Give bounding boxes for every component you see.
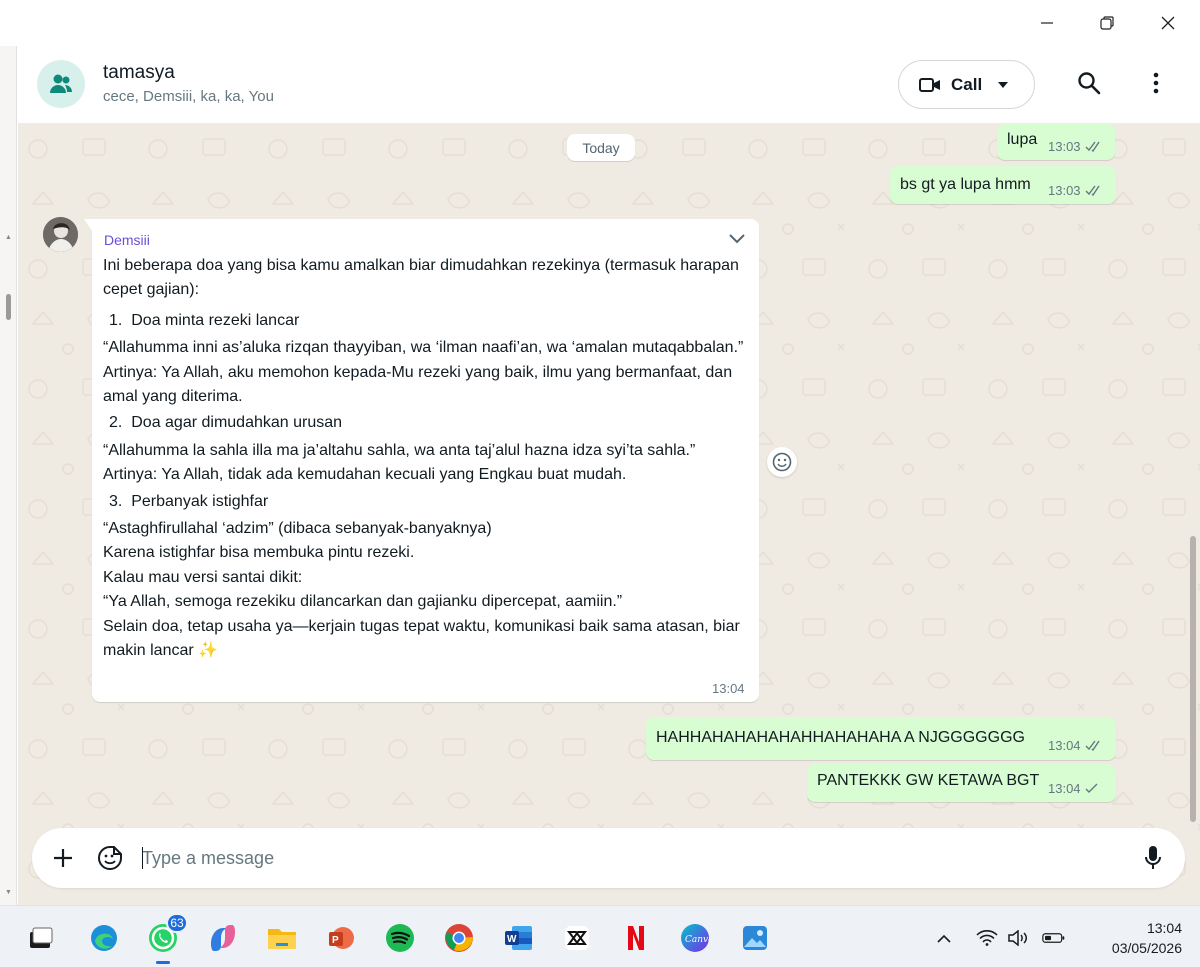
windows-taskbar: 63 P W Canva 13:04 03/05/2026 [0,905,1200,967]
list-item: 2. Doa agar dimudahkan urusan [109,414,343,432]
casual-prayer: “Ya Allah, semoga rezekiku dilancarkan d… [103,593,623,611]
chat-header: tamasya cece, Demsiii, ka, ka, You Call [18,46,1200,124]
chrome-icon[interactable] [440,919,478,957]
incoming-message[interactable]: Demsiii Ini beberapa doa yang bisa kamu … [84,219,759,702]
outgoing-message[interactable]: PANTEKKK GW KETAWA BGT 13:04 [807,764,1116,802]
message-text: PANTEKKK GW KETAWA BGT [817,772,1040,789]
outgoing-message[interactable]: lupa 13:03 [997,124,1115,160]
double-check-icon [1085,185,1100,196]
whatsapp-window: ▲ ▼ tamasya cece, Demsiii, ka, ka, You C… [0,0,1200,905]
chat-participants[interactable]: cece, Demsiii, ka, ka, You [103,88,274,105]
closing-text: Selain doa, tetap usaha ya—kerjain tugas… [103,617,740,660]
search-icon[interactable] [1074,68,1104,98]
prayer-text: “Allahumma inni as’aluka rizqan thayyiba… [103,339,744,357]
double-check-icon [1085,740,1100,751]
message-meta: 13:04 [1048,781,1099,796]
scroll-up-arrow-icon[interactable]: ▲ [5,234,12,241]
whatsapp-icon[interactable]: 63 [144,913,188,964]
volume-icon[interactable] [1006,926,1030,950]
chevron-down-icon [998,81,1009,88]
message-time: 13:04 [1048,738,1081,753]
message-intro: Ini beberapa doa yang bisa kamu amalkan … [103,257,739,299]
prayer-text: “Astaghfirullahal ‘adzim” (dibaca sebany… [103,520,492,538]
message-meta: 13:03 [1048,139,1103,154]
video-call-icon [919,77,940,92]
message-time: 13:03 [1048,183,1081,198]
chat-area: Today lupa 13:03 bs gt ya lupa hmm 13:03… [18,124,1200,905]
edge-icon[interactable] [85,919,123,957]
word-icon[interactable]: W [499,919,537,957]
chat-title[interactable]: tamasya [103,62,175,84]
group-icon [50,74,72,93]
title-bar [0,0,1200,46]
sticker-icon[interactable] [95,843,125,873]
date-divider: Today [567,134,635,161]
message-time: 13:04 [1048,781,1081,796]
message-time: 13:03 [1048,139,1081,154]
left-scroll-strip: ▲ ▼ [0,46,17,905]
task-view-icon[interactable] [22,919,60,957]
call-label: Call [951,74,983,94]
copilot-icon[interactable] [204,919,242,957]
left-scrollbar-thumb[interactable] [6,294,11,320]
active-app-indicator [156,961,170,964]
list-item: 3. Perbanyak istighfar [109,492,269,510]
maximize-button[interactable] [1094,10,1120,36]
list-item-label: Doa agar dimudahkan urusan [131,414,343,432]
list-item-label: Doa minta rezeki lancar [131,311,300,329]
spotify-icon[interactable] [381,919,419,957]
prayer-meaning: Karena istighfar bisa membuka pintu reze… [103,544,415,562]
message-composer [32,828,1185,888]
scroll-down-arrow-icon[interactable]: ▼ [5,889,12,896]
system-clock[interactable]: 13:04 03/05/2026 [1082,918,1182,958]
message-options-chevron-icon[interactable] [728,231,746,249]
single-check-icon [1085,783,1098,793]
netflix-icon[interactable] [617,919,655,957]
close-button[interactable] [1155,10,1181,36]
prayer-meaning: Artinya: Ya Allah, aku memohon kepada-Mu… [103,363,733,406]
list-item-label: Perbanyak istighfar [131,492,269,510]
outgoing-message[interactable]: bs gt ya lupa hmm 13:03 [890,166,1116,204]
double-check-icon [1085,141,1100,152]
message-text: bs gt ya lupa hmm [900,176,1031,193]
prayer-meaning: Artinya: Ya Allah, tidak ada kemudahan k… [103,466,627,484]
unread-badge: 63 [166,913,188,933]
message-text: HAHHAHAHAHAHAHHAHAHAHA A NJGGGGGGG [656,729,1025,746]
show-hidden-icons-chevron-icon[interactable] [932,926,956,950]
call-button[interactable]: Call [898,60,1035,109]
photos-icon[interactable] [736,919,774,957]
react-emoji-icon[interactable] [767,447,797,477]
prayer-text: “Allahumma la sahla illa ma ja’altahu sa… [103,441,696,459]
clock-date: 03/05/2026 [1111,940,1182,956]
outgoing-message[interactable]: HAHHAHAHAHAHAHHAHAHAHA A NJGGGGGGG 13:04 [646,717,1116,760]
text-caret [142,847,143,869]
clock-time: 13:04 [1146,920,1182,936]
canva-icon[interactable]: Canva [676,919,714,957]
casual-intro: Kalau mau versi santai dikit: [103,568,303,586]
message-input[interactable] [142,840,1122,876]
minimize-button[interactable] [1034,10,1060,36]
chat-scrollbar-thumb[interactable] [1190,536,1196,822]
list-item: 1. Doa minta rezeki lancar [109,311,300,329]
group-avatar[interactable] [37,60,85,108]
svg-text:W: W [507,934,517,945]
message-text: lupa [1007,131,1038,148]
battery-icon[interactable] [1042,926,1066,950]
attach-plus-icon[interactable] [48,843,78,873]
message-time: 13:04 [712,681,745,696]
message-body: Ini beberapa doa yang bisa kamu amalkan … [103,254,753,664]
file-explorer-icon[interactable] [263,919,301,957]
svg-text:P: P [332,935,339,946]
message-meta: 13:03 [1048,183,1103,198]
powerpoint-icon[interactable]: P [322,919,360,957]
message-meta: 13:04 [1048,738,1103,753]
svg-text:Canva: Canva [685,935,711,945]
capcut-icon[interactable] [558,919,596,957]
more-options-icon[interactable] [1141,68,1171,98]
sender-avatar[interactable] [43,217,78,252]
sender-name[interactable]: Demsiii [104,232,150,248]
chat-scrollbar[interactable] [1186,124,1200,905]
wifi-icon[interactable] [975,926,999,950]
microphone-icon[interactable] [1138,843,1168,873]
